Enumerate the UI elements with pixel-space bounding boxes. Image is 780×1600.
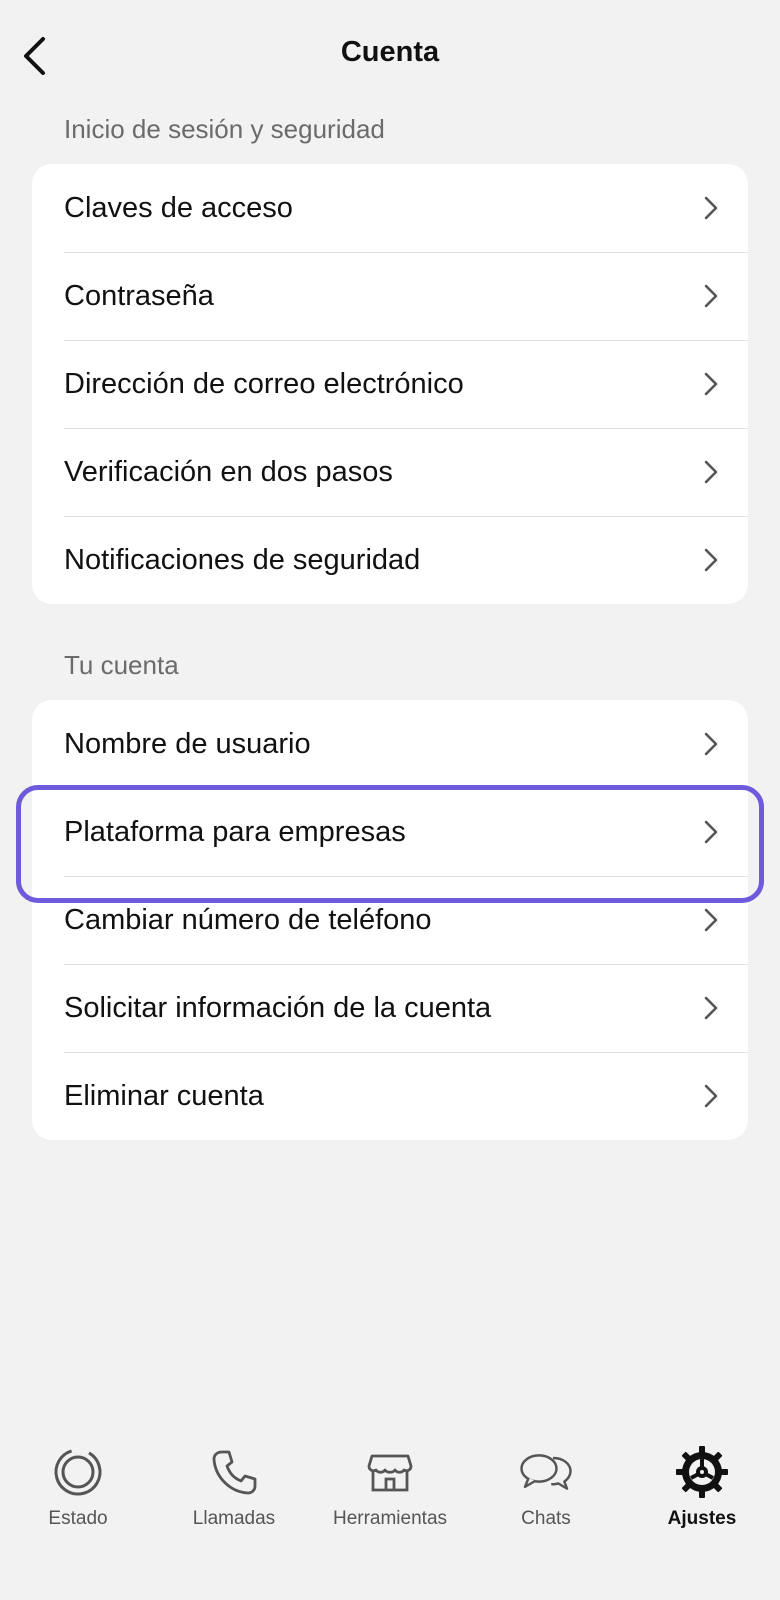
chevron-right-icon: [700, 457, 722, 487]
tab-label: Llamadas: [192, 1508, 276, 1529]
chevron-right-icon: [700, 905, 722, 935]
chevron-right-icon: [700, 369, 722, 399]
section-label-login-security: Inicio de sesión y seguridad: [64, 114, 385, 144]
row-change-number[interactable]: Cambiar número de teléfono: [32, 876, 748, 964]
row-email[interactable]: Dirección de correo electrónico: [32, 340, 748, 428]
page-title: Cuenta: [340, 36, 440, 68]
chevron-right-icon: [700, 817, 722, 847]
row-request-info[interactable]: Solicitar información de la cuenta: [32, 964, 748, 1052]
tab-chats[interactable]: Chats: [468, 1430, 624, 1560]
tab-status[interactable]: Estado: [0, 1430, 156, 1560]
row-label: Nombre de usuario: [64, 727, 311, 760]
chat-bubbles-icon: [518, 1444, 574, 1500]
tab-calls[interactable]: Llamadas: [156, 1430, 312, 1560]
status-icon: [50, 1444, 106, 1500]
tab-tools[interactable]: Herramientas: [312, 1430, 468, 1560]
phone-icon: [206, 1444, 262, 1500]
gear-icon: [674, 1444, 730, 1500]
chevron-right-icon: [700, 193, 722, 223]
chevron-right-icon: [700, 545, 722, 575]
row-label: Cambiar número de teléfono: [64, 903, 432, 936]
row-username[interactable]: Nombre de usuario: [32, 700, 748, 788]
row-label: Verificación en dos pasos: [64, 455, 393, 488]
row-delete-account[interactable]: Eliminar cuenta: [32, 1052, 748, 1140]
tab-label: Herramientas: [332, 1508, 448, 1529]
group-login-security: Claves de acceso Contraseña Dirección de…: [32, 164, 748, 604]
chevron-right-icon: [700, 281, 722, 311]
row-two-step[interactable]: Verificación en dos pasos: [32, 428, 748, 516]
row-security-notifications[interactable]: Notificaciones de seguridad: [32, 516, 748, 604]
row-label: Solicitar información de la cuenta: [64, 991, 492, 1024]
chevron-right-icon: [700, 993, 722, 1023]
tab-settings[interactable]: Ajustes: [624, 1430, 780, 1560]
row-label: Notificaciones de seguridad: [64, 543, 421, 576]
tab-label: Estado: [48, 1508, 108, 1529]
row-label: Claves de acceso: [64, 191, 293, 224]
tab-label: Chats: [521, 1508, 571, 1529]
header: Cuenta: [0, 0, 780, 112]
row-business-platform[interactable]: Plataforma para empresas: [32, 788, 748, 876]
tab-label: Ajustes: [667, 1508, 737, 1529]
tab-bar: Estado Llamadas Herramientas Chats Ajust…: [0, 1430, 780, 1560]
chevron-right-icon: [700, 1081, 722, 1111]
row-password[interactable]: Contraseña: [32, 252, 748, 340]
row-label: Dirección de correo electrónico: [64, 367, 464, 400]
group-your-account: Nombre de usuario Plataforma para empres…: [32, 700, 748, 1140]
store-icon: [362, 1444, 418, 1500]
row-passkeys[interactable]: Claves de acceso: [32, 164, 748, 252]
chevron-right-icon: [700, 729, 722, 759]
row-label: Plataforma para empresas: [64, 815, 406, 848]
section-label-your-account: Tu cuenta: [64, 650, 179, 680]
row-label: Contraseña: [64, 279, 214, 312]
row-label: Eliminar cuenta: [64, 1079, 264, 1112]
